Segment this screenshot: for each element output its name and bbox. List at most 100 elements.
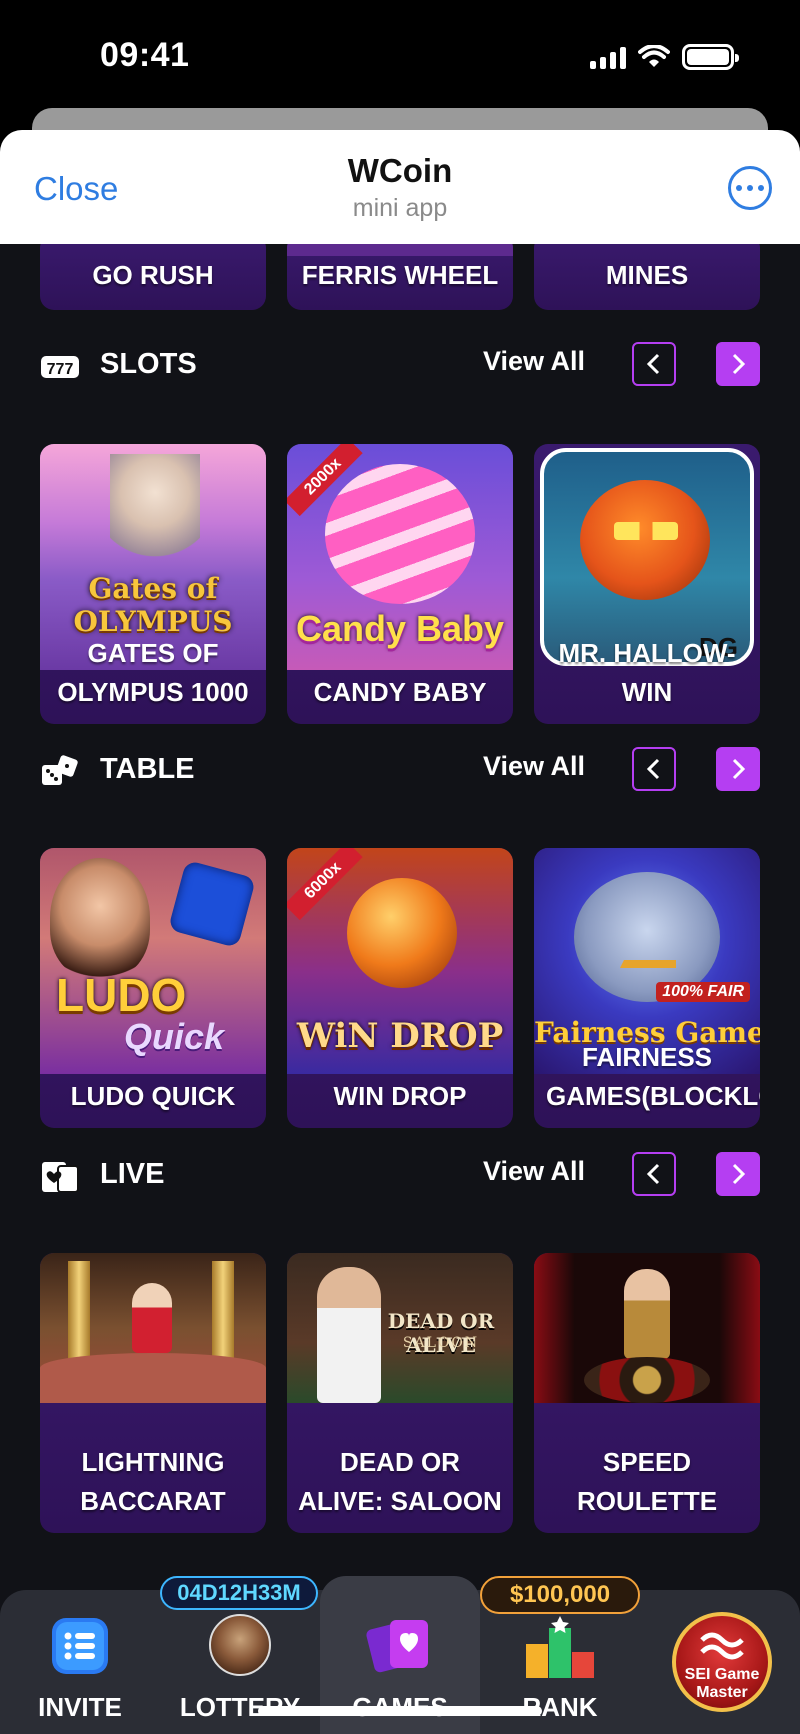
battery-icon xyxy=(682,44,739,70)
game-logo-text: Candy Baby xyxy=(295,608,505,649)
game-title: MINES xyxy=(605,260,689,290)
section-title: SLOTS xyxy=(100,348,197,380)
dealer xyxy=(132,1283,172,1353)
game-thumbnail xyxy=(534,1253,760,1403)
chevron-left-icon xyxy=(646,1163,660,1185)
scroll-left-button[interactable] xyxy=(632,342,676,386)
chevron-left-icon xyxy=(646,353,660,375)
pumpkin xyxy=(580,480,710,600)
cellular-signal-icon xyxy=(590,45,626,69)
game-logo-text: Gates of OLYMPUS xyxy=(73,572,233,638)
game-title-line1: MR. HALLOW- xyxy=(558,638,736,668)
lottery-avatar-icon xyxy=(209,1614,271,1676)
game-card-candy-baby[interactable]: 2000x Candy Baby CANDY BABY xyxy=(287,444,513,724)
scroll-left-button[interactable] xyxy=(632,747,676,791)
game-logo-text: LUDO xyxy=(56,969,187,1021)
mini-app-header: Close WCoin mini app xyxy=(0,130,800,244)
sei-label-line2: Master xyxy=(696,1684,748,1701)
section-header-slots: 777 SLOTS View All xyxy=(0,342,800,392)
section-header-live: LIVE View All xyxy=(0,1152,800,1202)
app-title: WCoin xyxy=(347,152,453,189)
games-content: GO RUSH FERRIS WHEEL MINES 777 SLOTS Vie… xyxy=(0,244,800,1734)
game-card-fairness-games[interactable]: 100% FAIR Fairness Games FAIRNESS GAMES(… xyxy=(534,848,760,1128)
game-art-strip xyxy=(287,244,513,256)
section-title: LIVE xyxy=(100,1158,165,1190)
svg-text:777: 777 xyxy=(47,361,74,378)
zeus-figure xyxy=(110,454,200,564)
game-title-line1: FAIRNESS xyxy=(581,1042,713,1072)
game-title-line2: CANDY BABY xyxy=(313,677,487,707)
sei-waves-icon xyxy=(700,1632,744,1660)
game-cards-icon xyxy=(366,1620,428,1673)
game-card-dead-or-alive-saloon[interactable]: DEAD OR ALIVE SALOON DEAD OR ALIVE: SALO… xyxy=(287,1253,513,1533)
slot-machine-icon: 777 xyxy=(41,356,79,378)
game-logo-subtext: SALOON xyxy=(402,1335,480,1351)
orange-ball xyxy=(347,878,457,988)
nav-label: INVITE xyxy=(38,1692,122,1722)
status-time: 09:41 xyxy=(100,36,190,74)
view-all-link[interactable]: View All xyxy=(483,751,585,782)
status-bar: 09:41 xyxy=(0,0,800,110)
chevron-right-icon xyxy=(732,758,746,780)
nav-invite[interactable]: INVITE xyxy=(0,1612,160,1722)
more-options-button[interactable] xyxy=(728,166,772,210)
nav-sei-game-master[interactable]: SEI Game Master xyxy=(640,1612,800,1722)
game-title-line1: DEAD OR xyxy=(340,1447,460,1477)
game-thumbnail: LUDO Quick xyxy=(40,848,266,1074)
game-thumbnail: 2000x Candy Baby xyxy=(287,444,513,670)
game-title: FERRIS WHEEL xyxy=(301,260,499,290)
woman-figure xyxy=(50,858,150,978)
game-thumbnail xyxy=(40,1253,266,1403)
game-title-line2: GAMES(BLOCKLC xyxy=(546,1081,760,1111)
dealer xyxy=(624,1269,670,1359)
sei-label-line1: SEI Game xyxy=(684,1666,760,1683)
game-thumbnail: 6000x WiN DROP xyxy=(287,848,513,1074)
scroll-left-button[interactable] xyxy=(632,1152,676,1196)
playing-cards-icon xyxy=(42,1162,79,1192)
app-subtitle: mini app xyxy=(352,194,448,222)
game-card-mines[interactable]: MINES xyxy=(534,244,760,310)
game-title-line1: LIGHTNING xyxy=(81,1447,225,1477)
game-title-line2: ALIVE: SALOON xyxy=(298,1486,502,1516)
lottery-countdown-badge: 04D12H33M xyxy=(160,1576,318,1610)
blue-dice xyxy=(167,859,257,949)
game-card-lightning-baccarat[interactable]: LIGHTNING BACCARAT xyxy=(40,1253,266,1533)
game-title-line2: WIN DROP xyxy=(333,1081,467,1111)
game-title-line2: ROULETTE xyxy=(576,1486,718,1516)
game-logo-text: WiN DROP xyxy=(296,1016,504,1056)
game-card-ludo-quick[interactable]: LUDO Quick LUDO QUICK xyxy=(40,848,266,1128)
game-card-gates-of-olympus[interactable]: Gates of OLYMPUS GATES OF OLYMPUS 1000 xyxy=(40,444,266,724)
scroll-right-button[interactable] xyxy=(716,747,760,791)
scroll-right-button[interactable] xyxy=(716,342,760,386)
gold-pillar-right xyxy=(212,1261,234,1361)
pumpkin-eyes xyxy=(614,522,678,540)
chevron-left-icon xyxy=(646,758,660,780)
rank-prize-badge: $100,000 xyxy=(480,1576,640,1614)
game-card-win-drop[interactable]: 6000x WiN DROP WIN DROP xyxy=(287,848,513,1128)
list-icon xyxy=(52,1618,108,1674)
status-icons xyxy=(590,44,739,70)
game-card-speed-roulette[interactable]: SPEED ROULETTE xyxy=(534,1253,760,1533)
view-all-link[interactable]: View All xyxy=(483,346,585,377)
game-title-line1: SPEED xyxy=(602,1447,692,1477)
chevron-right-icon xyxy=(732,353,746,375)
game-title-line2: OLYMPUS 1000 xyxy=(57,677,249,707)
scroll-right-button[interactable] xyxy=(716,1152,760,1196)
chevron-right-icon xyxy=(732,1163,746,1185)
dice-icon xyxy=(42,755,78,785)
game-title-line2: BACCARAT xyxy=(80,1486,226,1516)
game-card-mr-hallow-win[interactable]: DG MR. HALLOW- WIN xyxy=(534,444,760,724)
scale-icon xyxy=(620,898,676,968)
table xyxy=(40,1353,266,1403)
gold-pillar-left xyxy=(68,1261,90,1361)
game-card-go-rush[interactable]: GO RUSH xyxy=(40,244,266,310)
game-thumbnail: DEAD OR ALIVE SALOON xyxy=(287,1253,513,1403)
podium-icon xyxy=(526,1616,594,1678)
game-card-ferris-wheel[interactable]: FERRIS WHEEL xyxy=(287,244,513,310)
game-title-line2: LUDO QUICK xyxy=(70,1081,236,1111)
wifi-icon xyxy=(638,45,670,67)
fair-badge: 100% FAIR xyxy=(656,982,750,1002)
view-all-link[interactable]: View All xyxy=(483,1156,585,1187)
game-title-line1: GATES OF xyxy=(87,638,219,668)
candy-ball xyxy=(325,464,475,604)
